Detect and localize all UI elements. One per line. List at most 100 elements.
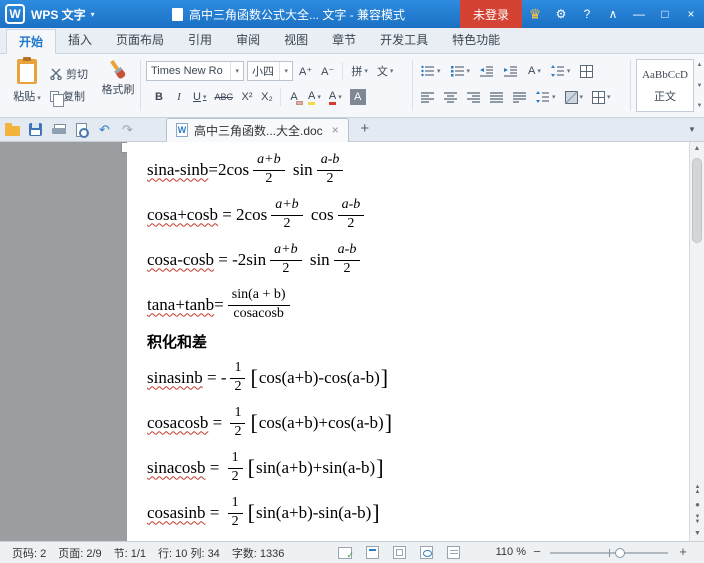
previous-page-button[interactable]: ▲ ▲ [690,482,704,497]
ribbon-tab-page-layout[interactable]: 页面布局 [104,28,176,53]
strikethrough-button[interactable]: ABC [211,87,236,107]
clear-format-button[interactable]: A [285,87,303,107]
grow-font-button[interactable]: A⁺ [296,61,315,81]
phonetic-tools-button[interactable]: 文 ▾ [374,61,397,81]
settings-gear-icon[interactable]: ⚙ [548,0,574,28]
gallery-down-icon[interactable]: ▼ [697,83,703,89]
wps-logo-icon[interactable]: W [5,4,25,24]
font-size-select[interactable]: 小四 ▾ [247,61,293,81]
style-gallery-item[interactable]: AaBbCcD 正文 [636,59,694,112]
shading-button[interactable]: ▾ [562,87,587,107]
italic-button[interactable]: I [170,87,188,107]
zoom-slider[interactable] [550,548,668,558]
close-button[interactable]: × [678,0,704,28]
scroll-down-button[interactable]: ▼ [690,527,704,541]
formula-line-4: tana+tanb = sin(a + b) cosacosb [147,282,689,327]
tab-list-button[interactable]: ▼ [684,122,700,138]
ribbon-tab-sections[interactable]: 章节 [320,28,368,53]
subscript-button[interactable]: X₂ [258,87,276,107]
highlight-button[interactable]: A ▾ [305,87,324,107]
vip-crown-icon[interactable]: ♛ [522,0,548,28]
paragraph-spacing-button[interactable]: ▾ [548,61,574,81]
gallery-more-icon[interactable]: ▼ [697,103,703,109]
decrease-indent-button[interactable] [477,61,497,81]
char-shading-button[interactable]: A [347,87,369,107]
open-file-button[interactable] [2,119,23,140]
document-tab[interactable]: W 高中三角函数...大全.doc × [166,117,349,142]
outline-view-icon[interactable] [447,546,460,559]
table-grid-button[interactable] [577,61,596,81]
line-spacing-button[interactable]: ▾ [533,87,559,107]
superscript-button[interactable]: X² [238,87,256,107]
align-center-icon [444,92,457,103]
app-menu-caret-icon[interactable]: ▾ [91,10,95,19]
vertical-scrollbar[interactable]: ▲ ▲ ▲ ● ▼ ▼ ▼ [689,142,704,541]
bullets-button[interactable]: ▾ [418,61,444,81]
borders-button[interactable]: ▾ [589,87,614,107]
font-color-button[interactable]: A ▾ [326,87,345,107]
login-button[interactable]: 未登录 [459,0,522,28]
ribbon-tab-developer[interactable]: 开发工具 [368,28,440,53]
tab-close-icon[interactable]: × [332,123,339,137]
document-icon [172,7,183,21]
align-left-button[interactable] [418,87,438,107]
next-page-button[interactable]: ▼ ▼ [690,512,704,527]
copy-button[interactable]: 复制 [50,85,88,107]
gallery-up-icon[interactable]: ▲ [697,62,703,68]
minimize-button[interactable]: — [626,0,652,28]
help-icon[interactable]: ? [574,0,600,28]
fullscreen-view-icon[interactable] [393,546,406,559]
distribute-icon [513,92,526,103]
web-layout-icon[interactable] [420,546,433,559]
style-gallery-stepper[interactable]: ▲ ▼ ▼ [696,59,703,112]
chevron-down-icon[interactable]: ▾ [279,62,288,80]
spellcheck-icon[interactable]: ✓ [338,546,354,560]
ribbon-tab-review[interactable]: 审阅 [224,28,272,53]
page-view-icon[interactable] [366,546,379,559]
ribbon-tab-special-features[interactable]: 特色功能 [440,28,512,53]
zoom-in-button[interactable]: + [676,544,690,559]
bold-button[interactable]: B [150,87,168,107]
align-right-icon [467,92,480,103]
ribbon-tab-home[interactable]: 开始 [6,29,57,54]
collapse-ribbon-icon[interactable]: ∧ [600,0,626,28]
ribbon-tab-insert[interactable]: 插入 [56,28,104,53]
document-area[interactable]: sina-sinb =2cos a+b 2 sin a-b 2 cosa+cosb = 2c… [0,142,704,541]
page[interactable]: sina-sinb =2cos a+b 2 sin a-b 2 cosa+cosb = 2c… [127,142,689,541]
char-scale-button[interactable]: A ▾ [525,61,544,81]
ribbon-tab-references[interactable]: 引用 [176,28,224,53]
scroll-up-button[interactable]: ▲ [690,142,704,156]
increase-indent-button[interactable] [501,61,521,81]
paste-button[interactable]: 粘贴 ▾ [6,57,48,104]
print-preview-button[interactable] [71,119,92,140]
numbering-button[interactable]: ▾ [448,61,474,81]
font-name-select[interactable]: Times New Ro ▾ [146,61,244,81]
select-browse-object-button[interactable]: ● [690,497,704,512]
format-painter-button[interactable]: 格式刷 [98,59,138,97]
justify-button[interactable] [487,87,507,107]
underline-button[interactable]: U ▾ [190,87,209,107]
zoom-out-button[interactable]: − [530,544,544,559]
shrink-font-button[interactable]: A⁻ [318,61,337,81]
app-menu[interactable]: W WPS 文字 ▾ [0,0,95,28]
chevron-down-icon[interactable]: ▾ [230,62,239,80]
zoom-value[interactable]: 110 % [496,546,526,558]
maximize-button[interactable]: □ [652,0,678,28]
highlight-icon: A [307,90,316,105]
status-word-count[interactable]: 字数: 1336 [232,545,285,561]
cut-button[interactable]: 剪切 [50,63,88,85]
format-painter-brush-icon [105,56,131,83]
undo-button[interactable]: ↶ [94,119,115,140]
new-tab-button[interactable]: + [355,120,375,140]
distribute-button[interactable] [510,87,530,107]
zoom-slider-knob[interactable] [614,548,625,558]
save-button[interactable] [25,119,46,140]
align-right-button[interactable] [464,87,484,107]
ribbon-tab-view[interactable]: 视图 [272,28,320,53]
scrollbar-thumb[interactable] [692,158,702,243]
paste-caret-icon[interactable]: ▾ [37,95,41,102]
pinyin-guide-button[interactable]: 拼 ▾ [348,61,371,81]
align-center-button[interactable] [441,87,461,107]
print-button[interactable] [48,119,69,140]
redo-button[interactable]: ↷ [117,119,138,140]
